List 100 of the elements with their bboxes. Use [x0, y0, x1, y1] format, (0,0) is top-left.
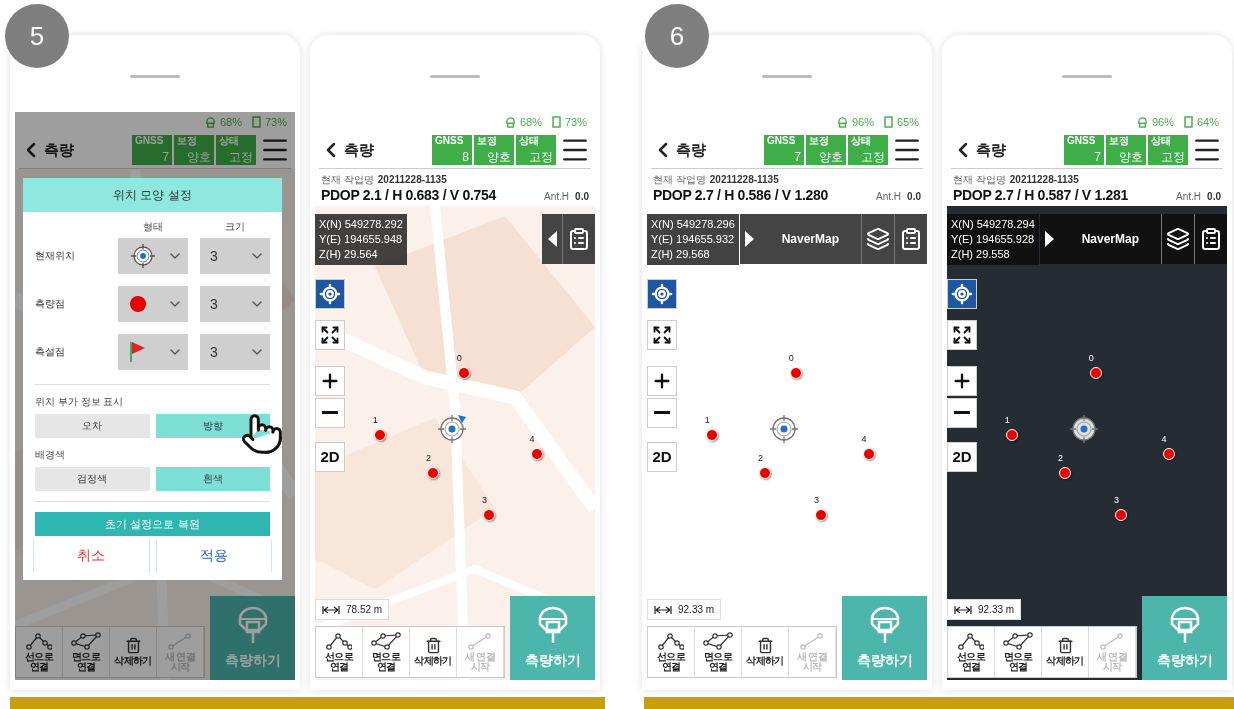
status-label: GNSS	[1067, 136, 1097, 146]
zoom-out-button[interactable]	[647, 397, 677, 428]
option-button[interactable]: 흰색	[155, 467, 270, 491]
row-label: 측량점	[35, 297, 66, 311]
battery-icon	[1183, 116, 1193, 128]
point-marker[interactable]	[1089, 367, 1102, 380]
option-button[interactable]: 검정색	[35, 467, 150, 491]
locate-button[interactable]	[947, 278, 977, 309]
point-marker[interactable]	[815, 509, 827, 522]
trash-icon	[424, 637, 442, 655]
battery-icon	[551, 116, 561, 128]
option-title: 배경색	[35, 448, 66, 462]
point-marker[interactable]	[705, 428, 718, 441]
shape-dropdown[interactable]	[118, 238, 188, 274]
coordinate-text: X(N) 549278.294	[951, 217, 1035, 232]
option-button[interactable]: 오차	[35, 414, 150, 438]
expand-button[interactable]	[647, 319, 677, 350]
view-mode-button[interactable]: 2D	[315, 441, 345, 472]
back-button[interactable]: 측량	[319, 138, 374, 162]
back-button[interactable]: 측량	[651, 138, 706, 162]
back-button[interactable]: 측량	[951, 138, 1006, 162]
line-segment-icon	[467, 631, 493, 650]
point-marker[interactable]	[1005, 428, 1018, 441]
point-marker[interactable]	[1059, 466, 1071, 479]
map-source-label: NaverMap	[1080, 231, 1140, 248]
point-marker[interactable]	[1162, 447, 1175, 460]
scale-icon	[322, 604, 340, 615]
dialog-title: 위치 모양 설정	[23, 178, 282, 212]
size-dropdown[interactable]: 3	[200, 238, 270, 274]
receiver-battery-text: 96%	[851, 116, 874, 128]
status-value: 고정	[860, 150, 885, 164]
status-label: 상태	[1151, 136, 1172, 146]
point-marker[interactable]	[789, 367, 802, 380]
minus-icon	[322, 411, 338, 415]
status-label: 상태	[519, 136, 540, 146]
polygon-icon	[703, 631, 733, 650]
point-marker[interactable]	[373, 428, 386, 441]
point-label: 3	[814, 495, 819, 506]
point-label: 0	[456, 353, 462, 364]
trash-icon	[124, 637, 142, 655]
polyline-icon	[26, 631, 52, 650]
size-dropdown[interactable]: 3	[200, 286, 270, 322]
point-label: 4	[1161, 433, 1167, 444]
shape-dropdown[interactable]	[118, 334, 188, 370]
polyline-icon	[326, 631, 352, 650]
locate-button[interactable]	[315, 278, 345, 309]
locate-button[interactable]	[647, 278, 677, 309]
battery-icon	[251, 116, 261, 128]
status-value: 고정	[1160, 150, 1185, 164]
point-marker[interactable]	[862, 447, 875, 460]
expand-icon	[952, 324, 972, 345]
shape-dropdown[interactable]	[118, 286, 188, 322]
minus-icon	[654, 411, 670, 415]
zoom-in-button[interactable]	[947, 365, 977, 396]
apply-button[interactable]: 적용	[155, 540, 272, 572]
column-header: 크기	[224, 220, 246, 234]
coordinate-text: Y(E) 194655.928	[951, 231, 1035, 247]
status-value: 양호	[486, 150, 511, 164]
status-label: 상태	[219, 136, 240, 146]
size-dropdown[interactable]: 3	[200, 334, 270, 370]
point-label: 1	[372, 414, 378, 425]
zoom-out-button[interactable]	[315, 397, 345, 428]
coordinate-text: Y(E) 194655.948	[319, 231, 403, 247]
point-label: 2	[1058, 452, 1063, 463]
row-label: 측설점	[35, 345, 66, 359]
status-label: 보정	[177, 136, 198, 146]
point-marker[interactable]	[1115, 509, 1127, 522]
zoom-in-button[interactable]	[647, 365, 677, 396]
polyline-icon	[958, 631, 984, 650]
status-value: 7	[793, 150, 801, 164]
minus-icon	[954, 411, 970, 415]
layers-icon	[866, 227, 890, 251]
expand-button[interactable]	[947, 319, 977, 350]
zoom-in-button[interactable]	[315, 365, 345, 396]
point-marker[interactable]	[530, 447, 543, 460]
zoom-out-button[interactable]	[947, 397, 977, 428]
status-label: 보정	[809, 136, 830, 146]
job-label: 현재 작업명	[653, 173, 706, 187]
status-value: 고정	[528, 150, 553, 164]
expand-button[interactable]	[315, 319, 345, 350]
coordinate-text: Z(H) 29.568	[651, 246, 711, 262]
battery-text: 73%	[564, 116, 587, 128]
view-mode-button[interactable]: 2D	[647, 441, 677, 472]
point-label: 2	[758, 452, 763, 463]
view-mode-button[interactable]: 2D	[947, 441, 977, 472]
coordinate-text: Z(H) 29.564	[319, 246, 379, 262]
receiver-icon	[204, 116, 216, 128]
point-label: 2	[426, 452, 431, 463]
column-header: 형태	[142, 220, 164, 234]
battery-icon	[883, 116, 893, 128]
status-label: GNSS	[135, 136, 165, 146]
cancel-button[interactable]: 취소	[33, 540, 150, 572]
back-button[interactable]: 측량	[19, 138, 74, 162]
point-label: 0	[788, 353, 794, 364]
status-label: GNSS	[435, 136, 465, 146]
status-label: 상태	[851, 136, 872, 146]
receiver-icon	[1136, 116, 1148, 128]
point-marker[interactable]	[759, 466, 771, 479]
status-label: 보정	[477, 136, 498, 146]
line-segment-icon	[799, 631, 825, 650]
